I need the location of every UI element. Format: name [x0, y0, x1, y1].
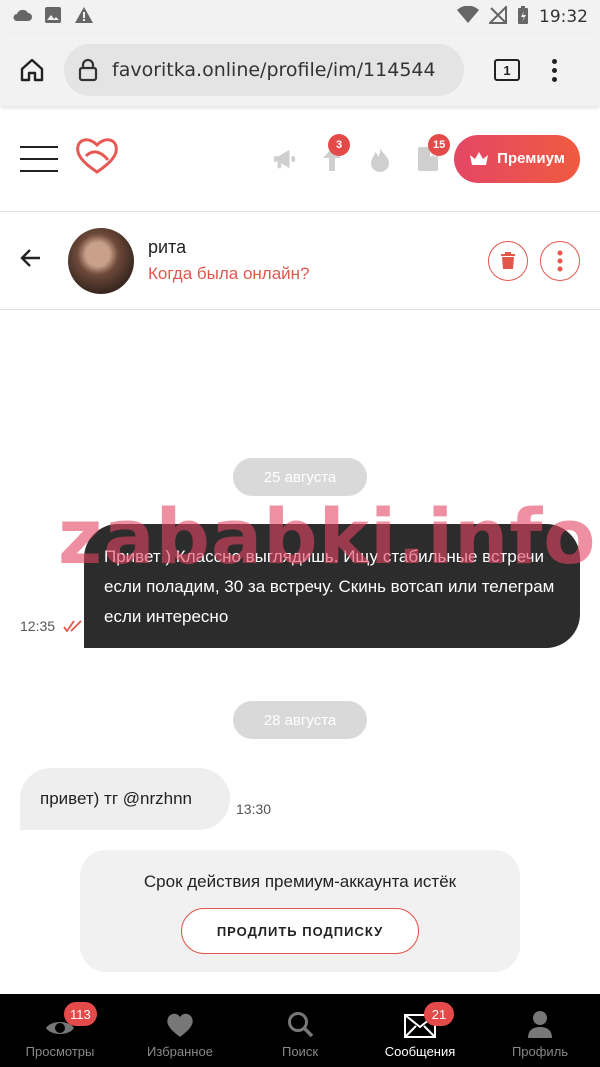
- chat-options-button[interactable]: [540, 240, 580, 281]
- trash-icon: [501, 251, 515, 269]
- tab-switcher-button[interactable]: 1: [494, 59, 520, 81]
- status-bar: 19:32: [0, 0, 600, 34]
- contact-name: рита: [148, 237, 187, 257]
- lock-icon: [78, 58, 98, 82]
- user-icon: [528, 1011, 552, 1038]
- nav-label: Избранное: [147, 1044, 213, 1059]
- heart-icon: [167, 1013, 193, 1037]
- nav-item-favorites[interactable]: Избранное: [120, 994, 240, 1067]
- renew-subscription-button[interactable]: ПРОДЛИТЬ ПОДПИСКУ: [181, 908, 419, 954]
- nav-item-profile[interactable]: Профиль: [480, 994, 600, 1067]
- warning-icon: [74, 6, 94, 29]
- more-vertical-icon: [557, 250, 563, 271]
- megaphone-button[interactable]: [272, 146, 296, 172]
- boost-badge: 3: [328, 133, 350, 156]
- hot-button[interactable]: [368, 146, 392, 172]
- site-logo[interactable]: [74, 136, 120, 181]
- chat-header: рита Когда была онлайн?: [0, 212, 600, 310]
- nav-item-search[interactable]: Поиск: [240, 994, 360, 1067]
- date-separator: 28 августа: [233, 701, 367, 739]
- url-text: favoritka.online/profile/im/114544: [112, 59, 436, 81]
- fire-icon: [371, 146, 389, 172]
- notice-text: Срок действия премиум-аккаунта истёк: [143, 872, 457, 891]
- guestbook-button[interactable]: 15: [416, 133, 451, 172]
- home-icon: [20, 58, 44, 82]
- image-icon: [44, 6, 62, 29]
- premium-label: Премиум: [497, 150, 565, 167]
- search-icon: [288, 1012, 314, 1038]
- premium-expired-notice: Срок действия премиум-аккаунта истёк ПРО…: [80, 850, 520, 972]
- nav-label: Просмотры: [25, 1044, 95, 1059]
- bottom-nav: 113 Просмотры Избранное Поиск 21 Сообщен…: [0, 994, 600, 1067]
- crown-icon: [470, 151, 489, 165]
- incoming-message: привет) тг @nrzhnn: [20, 768, 230, 830]
- nav-label: Поиск: [281, 1044, 319, 1059]
- premium-button[interactable]: Премиум: [454, 134, 580, 183]
- browser-toolbar: favoritka.online/profile/im/114544 1: [0, 34, 600, 106]
- guestbook-badge: 15: [428, 133, 451, 156]
- nav-label: Сообщения: [384, 1044, 456, 1059]
- delete-chat-button[interactable]: [488, 240, 528, 281]
- message-time: 12:35: [20, 618, 56, 634]
- address-bar[interactable]: favoritka.online/profile/im/114544: [64, 44, 464, 96]
- home-button[interactable]: [0, 56, 64, 84]
- views-badge: 113: [64, 1002, 97, 1026]
- outgoing-message-meta: 12:35: [20, 618, 83, 634]
- message-time: 13:30: [236, 801, 272, 817]
- message-text: привет) тг @nrzhnn: [40, 789, 193, 808]
- battery-icon: [517, 5, 529, 30]
- cloud-icon: [12, 8, 32, 27]
- back-button[interactable]: [20, 248, 42, 273]
- browser-menu-button[interactable]: [552, 58, 557, 82]
- hamburger-menu-button[interactable]: [20, 145, 58, 172]
- megaphone-icon: [273, 149, 296, 168]
- no-signal-icon: [487, 4, 507, 29]
- boost-button[interactable]: 3: [320, 133, 350, 172]
- last-online-link[interactable]: Когда была онлайн?: [148, 264, 310, 284]
- avatar[interactable]: [68, 227, 134, 294]
- nav-label: Профиль: [511, 1044, 569, 1059]
- messages-badge: 21: [424, 1002, 454, 1026]
- clock: 19:32: [539, 7, 588, 27]
- nav-item-messages[interactable]: 21 Сообщения: [360, 994, 480, 1067]
- date-separator: 25 августа: [233, 458, 367, 496]
- site-header: 3 15 Премиум: [0, 106, 600, 212]
- wifi-icon: [457, 5, 479, 29]
- nav-item-views[interactable]: 113 Просмотры: [0, 994, 120, 1067]
- watermark: zababki.info: [58, 492, 597, 581]
- arrow-left-icon: [20, 249, 40, 267]
- double-check-icon: [63, 620, 82, 632]
